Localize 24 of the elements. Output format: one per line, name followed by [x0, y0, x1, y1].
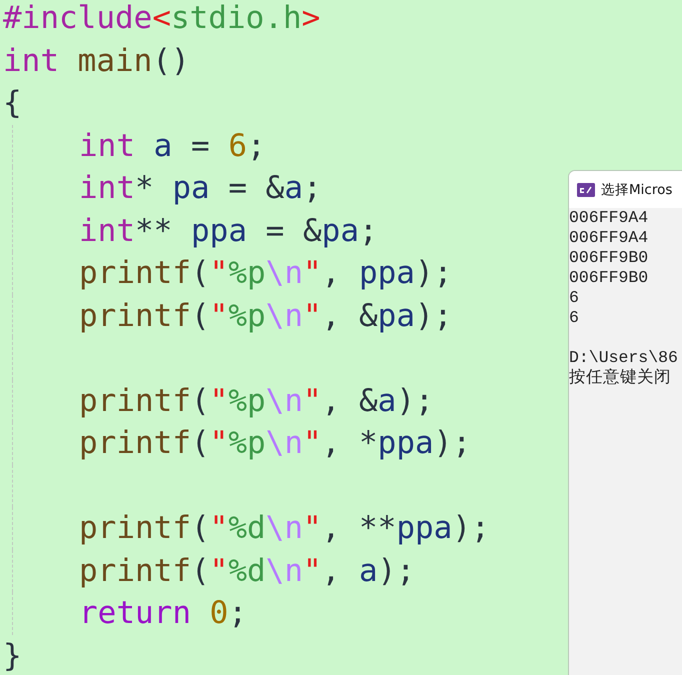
console-output-line: 6	[569, 288, 580, 308]
code-line: printf("%p\n", *ppa);	[79, 424, 471, 463]
console-output-line: D:\Users\86	[569, 348, 679, 368]
code-line: printf("%p\n", &a);	[79, 382, 434, 420]
code-line: int** ppa = &pa;	[79, 212, 378, 250]
console-output-line: 006FF9B0	[569, 248, 650, 268]
code-line: #include<stdio.h>	[3, 0, 320, 38]
code-line: return 0;	[79, 594, 247, 633]
code-line: printf("%p\n", ppa);	[79, 254, 452, 293]
console-output-line: 006FF9A4	[569, 208, 650, 228]
console-output-line: 006FF9A4	[569, 228, 650, 248]
console-icon	[577, 182, 595, 196]
code-line: }	[3, 636, 22, 672]
window-title: 选择Micros	[601, 180, 672, 198]
code-line: printf("%d\n", **ppa);	[79, 509, 490, 548]
code-line: printf("%d\n", a);	[79, 552, 415, 590]
code-line: int* pa = &a;	[79, 169, 322, 208]
code-line: int a = 6;	[79, 126, 266, 166]
code-line: int main()	[3, 42, 190, 80]
console-output-line: 按任意键关闭	[569, 368, 672, 388]
console-output-line: 006FF9B0	[569, 268, 650, 288]
console-output-line: 6	[569, 308, 580, 328]
code-line: {	[3, 84, 22, 123]
code-line: printf("%p\n", &pa);	[79, 296, 452, 336]
